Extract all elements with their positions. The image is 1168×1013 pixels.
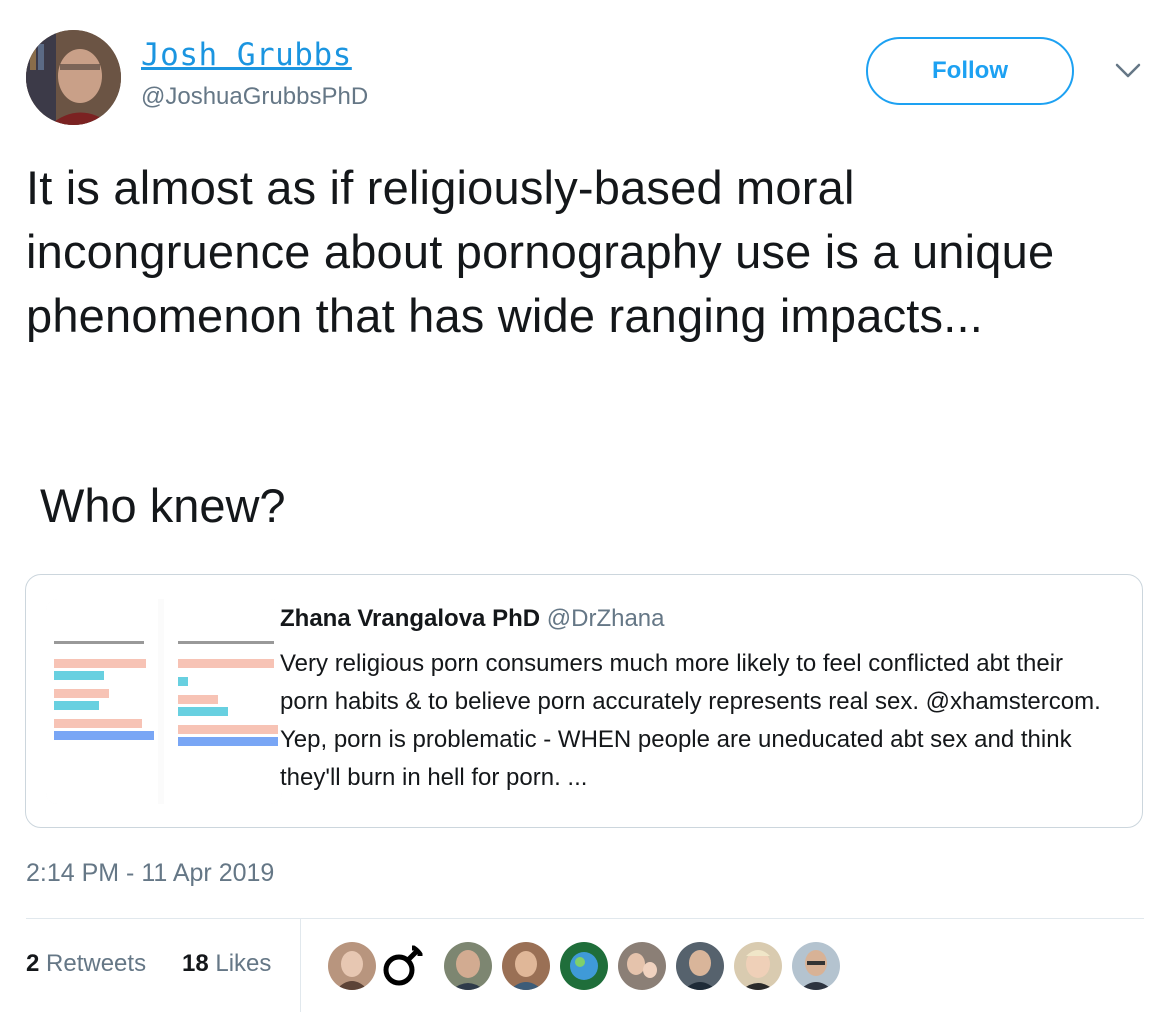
likes-stat[interactable]: 18 Likes bbox=[182, 950, 271, 978]
stats-divider bbox=[300, 918, 301, 1012]
chevron-down-icon[interactable] bbox=[1114, 62, 1142, 80]
quoted-author-name[interactable]: Zhana Vrangalova PhD bbox=[280, 605, 540, 632]
liker-avatar[interactable] bbox=[326, 940, 378, 992]
quoted-tweet-author[interactable]: Zhana Vrangalova PhD @DrZhana bbox=[280, 605, 665, 633]
liker-avatar[interactable] bbox=[616, 940, 668, 992]
likes-label: Likes bbox=[215, 950, 272, 977]
follow-button[interactable]: Follow bbox=[866, 37, 1074, 105]
tweet-header: Josh Grubbs @JoshuaGrubbsPhD Follow bbox=[0, 0, 1168, 140]
tweet-text-line: Who knew? bbox=[40, 479, 286, 532]
retweets-stat[interactable]: 2 Retweets bbox=[26, 950, 146, 978]
liker-avatar[interactable] bbox=[500, 940, 552, 992]
retweets-count: 2 bbox=[26, 950, 40, 977]
tweet-stats: 2 Retweets 18 Likes bbox=[26, 918, 1144, 1012]
quoted-tweet-thumbnail[interactable] bbox=[46, 599, 282, 804]
author-avatar[interactable] bbox=[26, 30, 121, 125]
retweets-label: Retweets bbox=[46, 950, 147, 977]
liker-avatar[interactable] bbox=[442, 940, 494, 992]
author-display-name[interactable]: Josh Grubbs bbox=[141, 37, 352, 73]
liker-avatar[interactable] bbox=[558, 940, 610, 992]
quoted-author-handle[interactable]: @DrZhana bbox=[547, 605, 665, 632]
liker-avatar[interactable] bbox=[732, 940, 784, 992]
liker-avatar[interactable] bbox=[376, 940, 428, 992]
quoted-tweet-card[interactable]: Zhana Vrangalova PhD @DrZhana Very relig… bbox=[25, 574, 1143, 828]
tweet-text: It is almost as if religiously-based mor… bbox=[26, 161, 1055, 342]
quoted-tweet-text: Very religious porn consumers much more … bbox=[280, 650, 1101, 791]
liker-avatar[interactable] bbox=[790, 940, 842, 992]
author-handle[interactable]: @JoshuaGrubbsPhD bbox=[141, 83, 368, 111]
tweet-timestamp[interactable]: 2:14 PM - 11 Apr 2019 bbox=[26, 859, 274, 888]
liker-avatar[interactable] bbox=[674, 940, 726, 992]
likes-count: 18 bbox=[182, 950, 209, 977]
